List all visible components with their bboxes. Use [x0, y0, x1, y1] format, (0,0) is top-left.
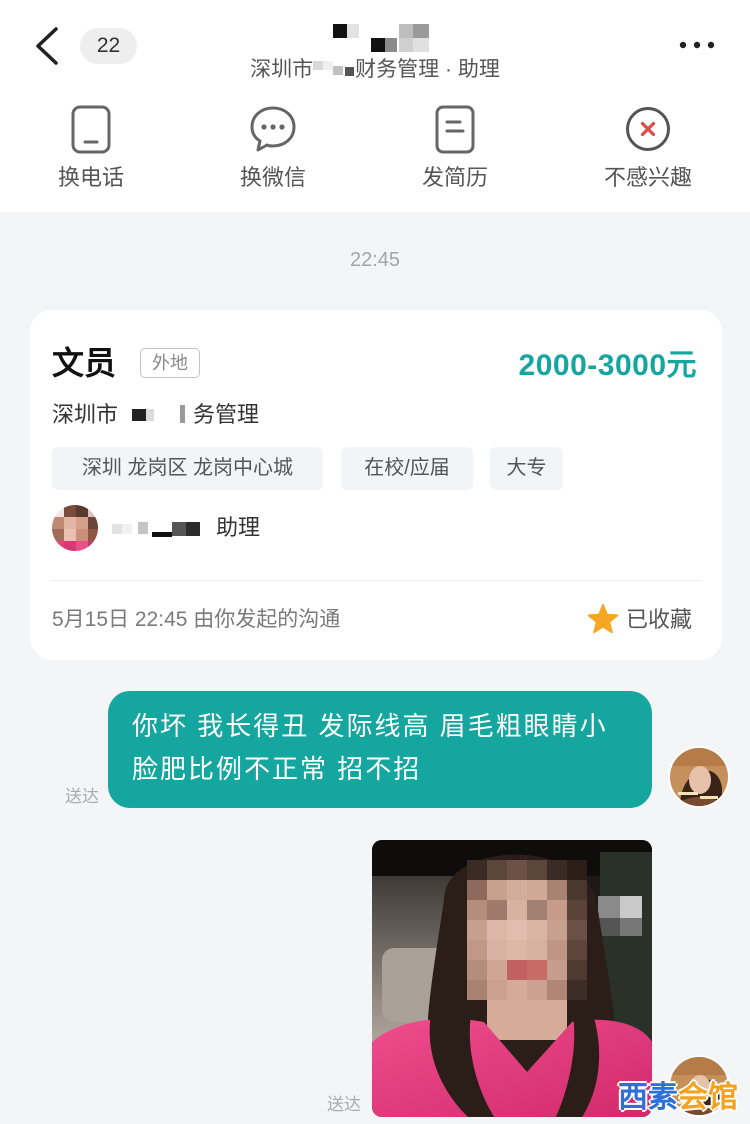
location-tag: 外地 — [140, 348, 200, 378]
salary: 2000-3000元 — [518, 349, 697, 382]
top-bar: 22 深圳市 财务管理 · 助理 换电话 换微信 发简历 不感兴趣 — [0, 0, 750, 212]
action-label: 发简历 — [421, 165, 488, 190]
wechat-icon — [248, 104, 298, 154]
resume-icon — [430, 104, 480, 154]
message-line: 你坏 我长得丑 发际线高 眉毛粗眼睛小 — [132, 711, 608, 741]
delivery-status: 送达 — [327, 1095, 361, 1114]
action-exchange-wechat[interactable]: 换微信 — [198, 100, 348, 200]
text-message-bubble[interactable]: 你坏 我长得丑 发际线高 眉毛粗眼睛小 脸肥比例不正常 招不招 — [108, 691, 652, 808]
action-send-resume[interactable]: 发简历 — [380, 100, 530, 200]
company-prefix: 深圳市 — [52, 402, 119, 427]
pixelated-company-name — [313, 57, 355, 79]
job-title: 文员 — [52, 345, 117, 381]
message-line: 脸肥比例不正常 招不招 — [132, 754, 422, 784]
action-not-interested[interactable]: 不感兴趣 — [573, 100, 723, 200]
pixelated-recruiter-name — [108, 516, 208, 540]
job-tag-experience: 在校/应届 — [341, 447, 473, 490]
chat-subtitle: 深圳市 财务管理 · 助理 — [0, 54, 750, 82]
chat-screen: 22 深圳市 财务管理 · 助理 换电话 换微信 发简历 不感兴趣 22:45 … — [0, 0, 750, 1124]
company-name: 深圳市 务管理 — [52, 398, 259, 428]
job-card[interactable]: 文员 外地 2000-3000元 深圳市 务管理 深圳 龙岗区 龙岗中心城 在校… — [30, 310, 722, 660]
card-divider — [52, 580, 700, 581]
pixelated-chat-title — [333, 24, 431, 52]
action-exchange-phone[interactable]: 换电话 — [16, 100, 166, 200]
job-tag-education: 大专 — [490, 447, 563, 490]
star-icon[interactable] — [587, 604, 619, 636]
watermark-part1: 西素 — [618, 1081, 678, 1114]
action-label: 换电话 — [57, 165, 124, 190]
subtitle-suffix: 财务管理 · 助理 — [355, 58, 500, 81]
conversation-started: 5月15日 22:45 由你发起的沟通 — [52, 608, 341, 631]
delivery-status: 送达 — [65, 787, 99, 806]
action-label: 换微信 — [239, 165, 306, 190]
chat-timestamp: 22:45 — [349, 249, 401, 271]
more-dots-icon[interactable] — [676, 34, 718, 56]
phone-icon — [66, 104, 116, 154]
company-suffix: 务管理 — [193, 402, 260, 427]
watermark-part2: 会馆 — [678, 1081, 738, 1114]
recruiter-role: 助理 — [216, 515, 261, 540]
pixelated-company-name — [118, 401, 193, 425]
job-tag-location: 深圳 龙岗区 龙岗中心城 — [52, 447, 323, 490]
not-interested-icon — [623, 104, 673, 154]
subtitle-prefix: 深圳市 — [250, 58, 314, 81]
recruiter-avatar — [52, 505, 98, 551]
my-avatar[interactable] — [668, 746, 730, 808]
favorite-label[interactable]: 已收藏 — [626, 605, 692, 635]
image-message-photo[interactable] — [372, 840, 652, 1117]
watermark: 西素会馆 — [618, 1080, 738, 1116]
action-label: 不感兴趣 — [603, 165, 692, 190]
